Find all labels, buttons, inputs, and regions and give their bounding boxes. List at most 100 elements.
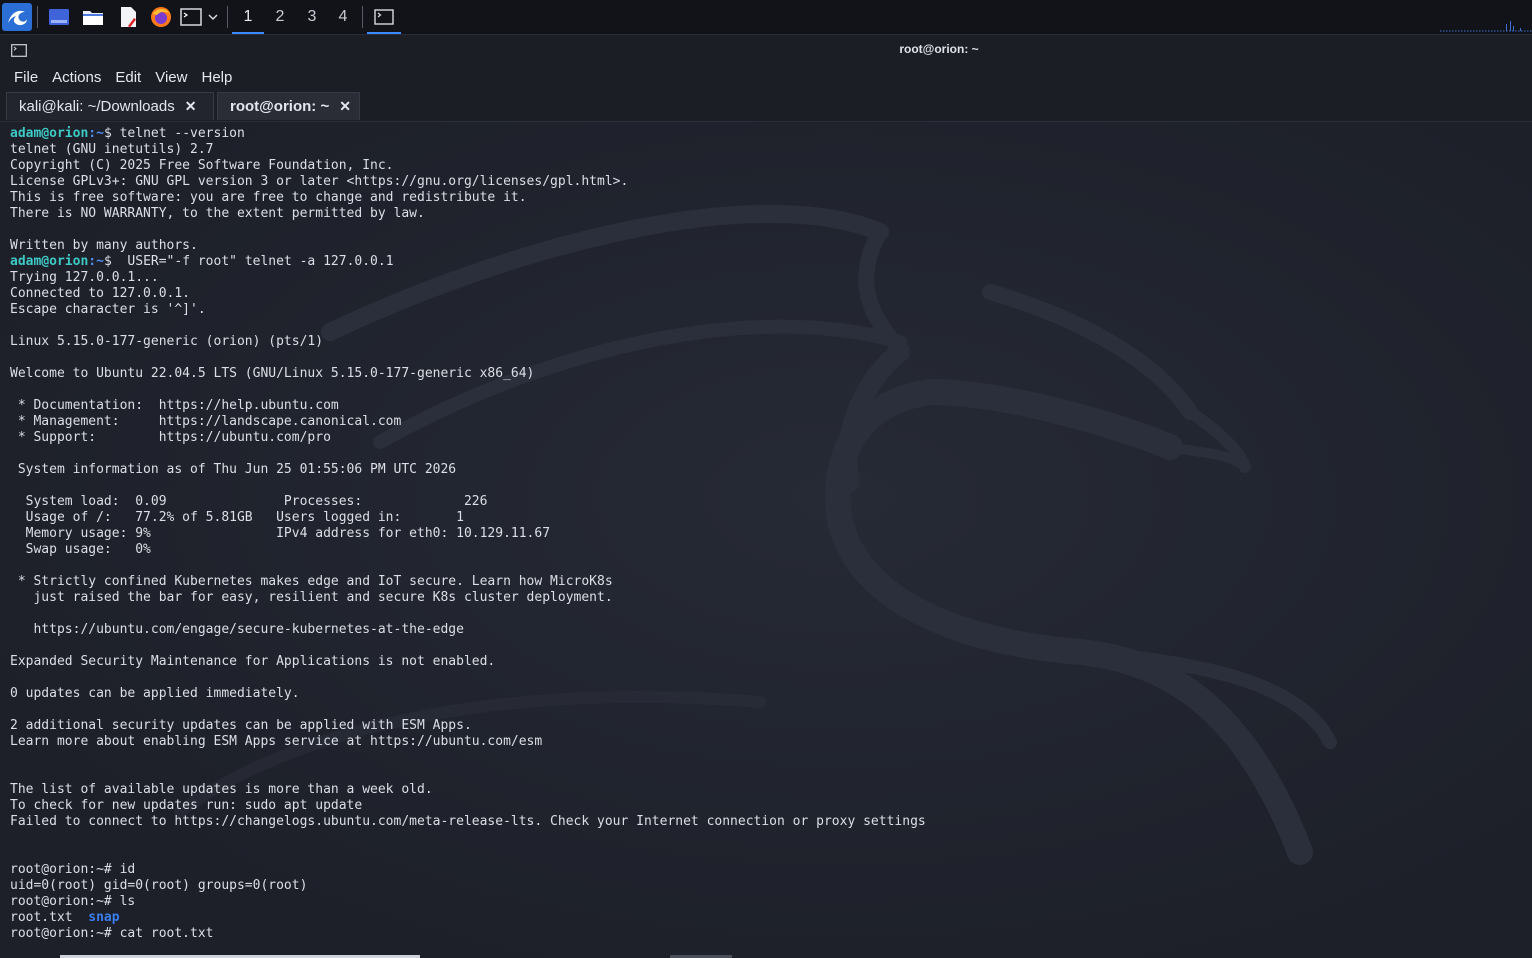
terminal-line: System information as of Thu Jun 25 01:5… — [10, 462, 926, 478]
terminal-line: * Strictly confined Kubernetes makes edg… — [10, 574, 926, 590]
tab-label: root@orion: ~ — [230, 98, 330, 115]
workspace-2[interactable]: 2 — [264, 3, 296, 31]
tab-root-orion[interactable]: root@orion: ~ ✕ — [217, 92, 360, 120]
terminal-line: Connected to 127.0.0.1. — [10, 286, 926, 302]
output-text: There is NO WARRANTY, to the extent perm… — [10, 206, 425, 221]
output-text: 0 updates can be applied immediately. — [10, 686, 300, 701]
output-text: The list of available updates is more th… — [10, 782, 433, 797]
terminal-line: telnet (GNU inetutils) 2.7 — [10, 142, 926, 158]
terminal-line: adam@orion:~$ USER="-f root" telnet -a 1… — [10, 254, 926, 270]
menu-help[interactable]: Help — [194, 69, 239, 86]
output-text: telnet (GNU inetutils) 2.7 — [10, 142, 214, 157]
workspace-1[interactable]: 1 — [232, 3, 264, 34]
output-text: This is free software: you are free to c… — [10, 190, 527, 205]
menu-edit[interactable]: Edit — [108, 69, 148, 86]
terminal-line: Linux 5.15.0-177-generic (orion) (pts/1) — [10, 334, 926, 350]
terminal-window-icon[interactable] — [367, 3, 401, 34]
output-text: Connected to 127.0.0.1. — [10, 286, 191, 301]
file-manager-icon[interactable] — [80, 3, 106, 31]
ls-directory: snap — [88, 910, 120, 925]
top-panel: 1 2 3 4 — [0, 0, 1532, 35]
desktop-icon[interactable] — [46, 3, 72, 31]
output-text: * Documentation: https://help.ubuntu.com — [10, 398, 339, 413]
terminal-line: adam@orion:~$ telnet --version — [10, 126, 926, 142]
output-text: License GPLv3+: GNU GPL version 3 or lat… — [10, 174, 629, 189]
output-text: root@orion:~# cat root.txt — [10, 926, 214, 941]
terminal-line: root@orion:~# cat root.txt — [10, 926, 926, 942]
network-monitor-graph — [1440, 21, 1532, 32]
prompt-user: adam@orion — [10, 126, 89, 141]
tab-kali-downloads[interactable]: kali@kali: ~/Downloads ✕ — [6, 92, 214, 120]
terminal-line: Expanded Security Maintenance for Applic… — [10, 654, 926, 670]
output-text: System load: 0.09 Processes: 226 — [10, 494, 488, 509]
output-text: Memory usage: 9% IPv4 address for eth0: … — [10, 526, 551, 541]
terminal-icon[interactable] — [179, 3, 203, 31]
terminal-line: To check for new updates run: sudo apt u… — [10, 798, 926, 814]
terminal-view[interactable]: adam@orion:~$ telnet --version telnet (GN… — [0, 122, 1532, 958]
output-text: Written by many authors. — [10, 238, 198, 253]
prompt-path: :~ — [88, 254, 104, 269]
text-editor-icon[interactable] — [115, 3, 141, 31]
kali-menu-icon[interactable] — [2, 3, 32, 31]
menu-view[interactable]: View — [148, 69, 194, 86]
panel-separator — [37, 6, 38, 28]
terminal-line: root@orion:~# ls — [10, 894, 926, 910]
prompt-symbol: $ — [103, 126, 112, 141]
tab-bar: kali@kali: ~/Downloads ✕ root@orion: ~ ✕ — [0, 90, 1532, 122]
terminal-line: Copyright (C) 2025 Free Software Foundat… — [10, 158, 926, 174]
output-text: System information as of Thu Jun 25 01:5… — [10, 462, 457, 477]
prompt-command: telnet --version — [111, 126, 245, 141]
workspace-4[interactable]: 4 — [327, 3, 359, 31]
panel-separator — [227, 6, 228, 28]
terminal-line: uid=0(root) gid=0(root) groups=0(root) — [10, 878, 926, 894]
output-text: Welcome to Ubuntu 22.04.5 LTS (GNU/Linux… — [10, 366, 535, 381]
window-titlebar[interactable]: root@orion: ~ — [0, 35, 1532, 65]
terminal-line: Learn more about enabling ESM Apps servi… — [10, 734, 926, 750]
terminal-line: Usage of /: 77.2% of 5.81GB Users logged… — [10, 510, 926, 526]
terminal-line: Memory usage: 9% IPv4 address for eth0: … — [10, 526, 926, 542]
terminal-line: System load: 0.09 Processes: 226 — [10, 494, 926, 510]
close-icon[interactable]: ✕ — [339, 98, 351, 115]
terminal-line: There is NO WARRANTY, to the extent perm… — [10, 206, 926, 222]
output-text: Copyright (C) 2025 Free Software Foundat… — [10, 158, 394, 173]
output-text: Expanded Security Maintenance for Applic… — [10, 654, 496, 669]
terminal-line: Written by many authors. — [10, 238, 926, 254]
close-icon[interactable]: ✕ — [185, 98, 197, 115]
terminal-line: Welcome to Ubuntu 22.04.5 LTS (GNU/Linux… — [10, 366, 926, 382]
menu-bar: File Actions Edit View Help — [0, 65, 1532, 90]
output-text: root@orion:~# ls — [10, 894, 136, 909]
output-text: 2 additional security updates can be app… — [10, 718, 472, 733]
window-title: root@orion: ~ — [899, 42, 979, 56]
output-text: * Management: https://landscape.canonica… — [10, 414, 402, 429]
menu-actions[interactable]: Actions — [45, 69, 108, 86]
output-text: Learn more about enabling ESM Apps servi… — [10, 734, 543, 749]
tab-label: kali@kali: ~/Downloads — [19, 98, 175, 115]
output-text: Trying 127.0.0.1... — [10, 270, 159, 285]
chevron-down-icon[interactable] — [205, 3, 221, 31]
terminal-output: adam@orion:~$ telnet --version telnet (GN… — [10, 126, 926, 942]
output-text: To check for new updates run: sudo apt u… — [10, 798, 363, 813]
terminal-line: root.txt snap — [10, 910, 926, 926]
firefox-icon[interactable] — [148, 3, 174, 31]
terminal-line: * Management: https://landscape.canonica… — [10, 414, 926, 430]
menu-file[interactable]: File — [0, 69, 45, 86]
output-text: Escape character is '^]'. — [10, 302, 206, 317]
output-text: Failed to connect to https://changelogs.… — [10, 814, 926, 829]
output-text: just raised the bar for easy, resilient … — [10, 590, 613, 605]
workspace-3[interactable]: 3 — [296, 3, 328, 31]
terminal-line: This is free software: you are free to c… — [10, 190, 926, 206]
terminal-line: Escape character is '^]'. — [10, 302, 926, 318]
output-text: https://ubuntu.com/engage/secure-kuberne… — [10, 622, 464, 637]
output-text: Usage of /: 77.2% of 5.81GB Users logged… — [10, 510, 464, 525]
output-text: uid=0(root) gid=0(root) groups=0(root) — [10, 878, 308, 893]
